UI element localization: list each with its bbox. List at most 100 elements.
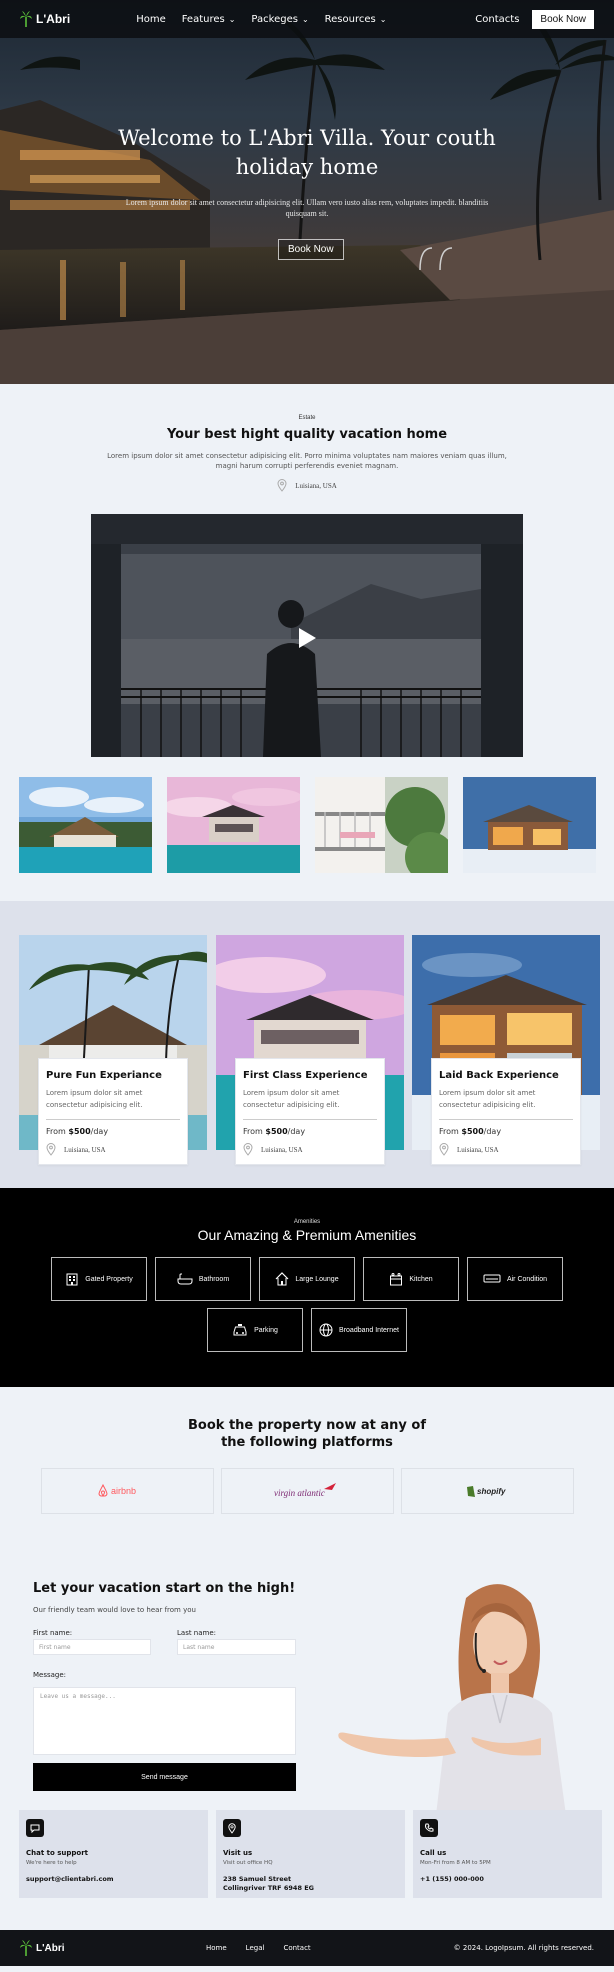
amenity-label: Air Condition xyxy=(506,1275,548,1283)
hero-book-now-button[interactable]: Book Now xyxy=(278,239,344,260)
amenity-label: Large Lounge xyxy=(295,1275,339,1283)
nav-contacts-link[interactable]: Contacts xyxy=(475,14,519,25)
price-prefix: From xyxy=(439,1127,462,1136)
info-card-chat: Chat to support We're here to help suppo… xyxy=(19,1810,208,1898)
estate-location-label: Luisiana, USA xyxy=(295,481,337,490)
experiences-section: Pure Fun Experiance Lorem ipsum dolor si… xyxy=(0,901,614,1188)
platform-shopify[interactable]: shopify xyxy=(400,1468,574,1514)
stove-icon xyxy=(390,1273,403,1286)
message-textarea[interactable]: Leave us a message... xyxy=(33,1687,296,1755)
price-prefix: From xyxy=(46,1127,69,1136)
experience-card[interactable]: First Class Experience Lorem ipsum dolor… xyxy=(216,935,404,1165)
chevron-down-icon: ⌄ xyxy=(379,14,387,24)
experience-description: Lorem ipsum dolor sit amet consectetur a… xyxy=(439,1089,536,1109)
experience-card[interactable]: Laid Back Experience Lorem ipsum dolor s… xyxy=(412,935,600,1165)
amenities-title: Our Amazing & Premium Amenities xyxy=(197,1227,417,1243)
footer-link-contact[interactable]: Contact xyxy=(283,1944,310,1952)
amenity-bathroom[interactable]: Bathroom xyxy=(155,1257,251,1301)
experience-price: From $500/day xyxy=(439,1127,573,1136)
gallery-thumb-overwater-villa[interactable] xyxy=(167,777,300,873)
experience-card[interactable]: Pure Fun Experiance Lorem ipsum dolor si… xyxy=(19,935,207,1165)
last-name-input[interactable]: Last name xyxy=(177,1639,296,1655)
platforms-section: Book the property now at any of the foll… xyxy=(0,1387,614,1545)
divider xyxy=(439,1119,573,1120)
platform-airbnb[interactable]: airbnb xyxy=(40,1468,214,1514)
footer-link-home[interactable]: Home xyxy=(206,1944,227,1952)
footer-logo[interactable]: L'Abri xyxy=(20,1940,65,1956)
nav-packeges[interactable]: Packeges ⌄ xyxy=(251,14,308,25)
nav-home-label: Home xyxy=(136,13,166,25)
hero-subtitle: Lorem ipsum dolor sit amet consectetur a… xyxy=(125,198,489,218)
amenity-gated-property[interactable]: Gated Property xyxy=(51,1257,147,1301)
support-email-link[interactable]: support@clientabri.com xyxy=(26,1875,201,1884)
info-subtitle: Mon-Fri from 8 AM to 5PM xyxy=(420,1860,491,1866)
car-icon xyxy=(233,1324,247,1336)
amenity-broadband-internet[interactable]: Broadband Internet xyxy=(311,1308,407,1352)
experience-card-body: Laid Back Experience Lorem ipsum dolor s… xyxy=(431,1058,581,1165)
message-label: Message: xyxy=(33,1671,67,1679)
gallery-thumb-balcony[interactable] xyxy=(315,777,448,873)
nav-features[interactable]: Features ⌄ xyxy=(182,14,236,25)
location-pin-icon xyxy=(277,479,287,492)
gallery-thumb-modern-house[interactable] xyxy=(463,777,596,873)
bathtub-icon xyxy=(177,1273,193,1285)
contact-section: Let your vacation start on the high! Our… xyxy=(0,1545,614,1815)
experience-title: Pure Fun Experiance xyxy=(46,1070,162,1081)
experience-card-body: First Class Experience Lorem ipsum dolor… xyxy=(235,1058,385,1165)
experience-title: Laid Back Experience xyxy=(439,1070,559,1081)
estate-section: Estate Your best hight quality vacation … xyxy=(0,384,614,901)
experience-description: Lorem ipsum dolor sit amet consectetur a… xyxy=(243,1089,340,1109)
price-suffix: /day xyxy=(483,1127,502,1136)
experience-location: Luisiana, USA xyxy=(439,1143,573,1156)
price-value: $500 xyxy=(265,1127,288,1136)
experience-location: Luisiana, USA xyxy=(243,1143,377,1156)
info-title: Visit us xyxy=(223,1849,253,1857)
experience-title: First Class Experience xyxy=(243,1070,368,1081)
main-menu: Home Features ⌄ Packeges ⌄ Resources ⌄ xyxy=(136,14,386,25)
estate-title: Your best hight quality vacation home xyxy=(166,427,448,442)
divider xyxy=(243,1119,377,1120)
address-line1: 238 Samuel Street xyxy=(223,1875,292,1883)
virgin-atlantic-logo: virgin atlantic xyxy=(274,1483,336,1498)
address-line2: Collingriver TRF 6948 EG xyxy=(223,1884,315,1892)
experience-location: Luisiana, USA xyxy=(46,1143,180,1156)
house-icon xyxy=(275,1272,289,1286)
nav-book-now-button[interactable]: Book Now xyxy=(532,9,594,29)
phone-number-link[interactable]: +1 (155) 000-000 xyxy=(420,1875,595,1884)
first-name-label: First name: xyxy=(33,1629,73,1637)
amenity-label: Broadband Internet xyxy=(339,1326,399,1334)
price-prefix: From xyxy=(243,1127,266,1136)
footer-brand-name: L'Abri xyxy=(36,1942,65,1954)
first-name-input[interactable]: First name xyxy=(33,1639,151,1655)
amenities-grid: Gated Property Bathroom Large Lounge Kit… xyxy=(47,1257,567,1352)
price-value: $500 xyxy=(68,1127,91,1136)
hero-title: Welcome to L'Abri Villa. Your couth holi… xyxy=(118,126,496,179)
amenity-air-condition[interactable]: Air Condition xyxy=(467,1257,563,1301)
hero-section: L'Abri Home Features ⌄ Packeges ⌄ Resource… xyxy=(0,0,614,384)
nav-resources[interactable]: Resources ⌄ xyxy=(325,14,387,25)
air-conditioner-icon xyxy=(483,1274,501,1283)
office-address[interactable]: 238 Samuel Street Collingriver TRF 6948 E… xyxy=(223,1875,398,1893)
svg-text:shopify: shopify xyxy=(477,1487,506,1496)
info-subtitle: Visit out office HQ xyxy=(223,1860,273,1866)
footer-link-legal[interactable]: Legal xyxy=(246,1944,265,1952)
amenities-section: Amenities Our Amazing & Premium Amenitie… xyxy=(0,1188,614,1387)
gallery-thumb-pool[interactable] xyxy=(19,777,152,873)
nav-features-label: Features xyxy=(181,13,225,25)
nav-actions: Contacts Book Now xyxy=(475,9,594,29)
platform-virgin-atlantic[interactable]: virgin atlantic xyxy=(220,1468,394,1514)
nav-resources-label: Resources xyxy=(324,13,376,25)
info-title: Chat to support xyxy=(26,1849,88,1857)
video-player[interactable] xyxy=(91,514,523,757)
amenity-kitchen[interactable]: Kitchen xyxy=(363,1257,459,1301)
play-icon[interactable] xyxy=(296,626,318,650)
nav-home[interactable]: Home xyxy=(136,14,166,25)
brand-logo[interactable]: L'Abri xyxy=(20,11,70,27)
amenities-eyebrow: Amenities xyxy=(293,1219,321,1225)
estate-location: Luisiana, USA xyxy=(277,479,337,492)
phone-icon-badge xyxy=(420,1819,438,1837)
copyright-text: © 2024. LogoIpsum. All rights reserved. xyxy=(453,1944,594,1952)
amenity-large-lounge[interactable]: Large Lounge xyxy=(259,1257,355,1301)
location-icon-badge xyxy=(223,1819,241,1837)
amenity-parking[interactable]: Parking xyxy=(207,1308,303,1352)
